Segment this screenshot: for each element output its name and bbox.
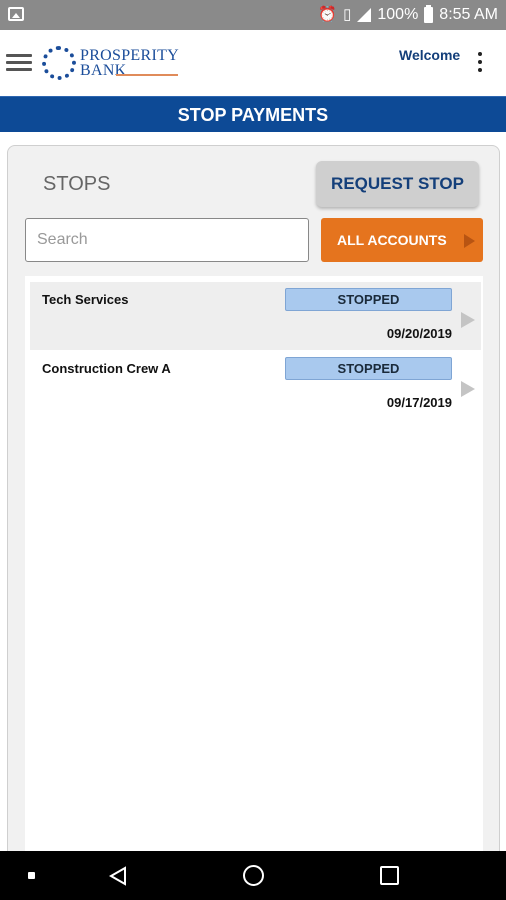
battery-percent: 100% [377, 6, 419, 23]
logo-emblem-icon [42, 46, 76, 80]
stop-date: 09/20/2019 [386, 326, 452, 341]
chevron-right-icon[interactable] [461, 312, 475, 328]
recent-apps-icon[interactable] [380, 866, 399, 885]
all-accounts-button[interactable]: ALL ACCOUNTS [321, 218, 483, 262]
home-icon[interactable] [243, 865, 264, 886]
navigation-bar [0, 851, 506, 900]
stops-heading: STOPS [43, 173, 111, 195]
list-item[interactable]: Tech Services STOPPED 09/20/2019 [30, 282, 481, 350]
list-item[interactable]: Construction Crew A STOPPED 09/17/2019 [30, 351, 481, 419]
stop-date: 09/17/2019 [386, 395, 452, 410]
vibrate-icon: ▯ [343, 6, 352, 23]
page-title: STOP PAYMENTS [0, 96, 506, 132]
app-header: PROSPERITY BANK Welcome [0, 30, 506, 96]
status-icons: ⏰ ▯ 100% 8:55 AM [318, 5, 498, 25]
chevron-right-icon[interactable] [461, 381, 475, 397]
image-notification-icon [8, 7, 24, 21]
request-stop-button[interactable]: REQUEST STOP [316, 161, 479, 207]
search-input[interactable] [25, 218, 309, 262]
status-badge: STOPPED [285, 357, 452, 380]
status-bar: ⏰ ▯ 100% 8:55 AM [0, 0, 506, 30]
status-badge: STOPPED [285, 288, 452, 311]
arrow-right-icon [464, 234, 475, 248]
signal-icon [357, 8, 372, 22]
logo-line-1: PROSPERITY [80, 47, 180, 64]
alarm-icon: ⏰ [318, 6, 338, 23]
nav-dot-icon [28, 872, 35, 879]
logo-underline [116, 74, 178, 76]
stops-card: STOPS REQUEST STOP ALL ACCOUNTS Tech Ser… [7, 145, 500, 865]
clock: 8:55 AM [439, 6, 498, 23]
back-icon[interactable] [108, 866, 128, 886]
battery-icon [424, 5, 434, 23]
more-options-icon[interactable] [474, 52, 486, 76]
welcome-text: Welcome [399, 47, 461, 63]
prosperity-bank-logo: PROSPERITY BANK [42, 44, 182, 84]
stops-list: Tech Services STOPPED 09/20/2019 Constru… [25, 276, 483, 856]
payee-name: Construction Crew A [42, 361, 171, 376]
all-accounts-label: ALL ACCOUNTS [337, 232, 447, 248]
payee-name: Tech Services [42, 292, 129, 307]
menu-icon[interactable] [6, 54, 32, 72]
